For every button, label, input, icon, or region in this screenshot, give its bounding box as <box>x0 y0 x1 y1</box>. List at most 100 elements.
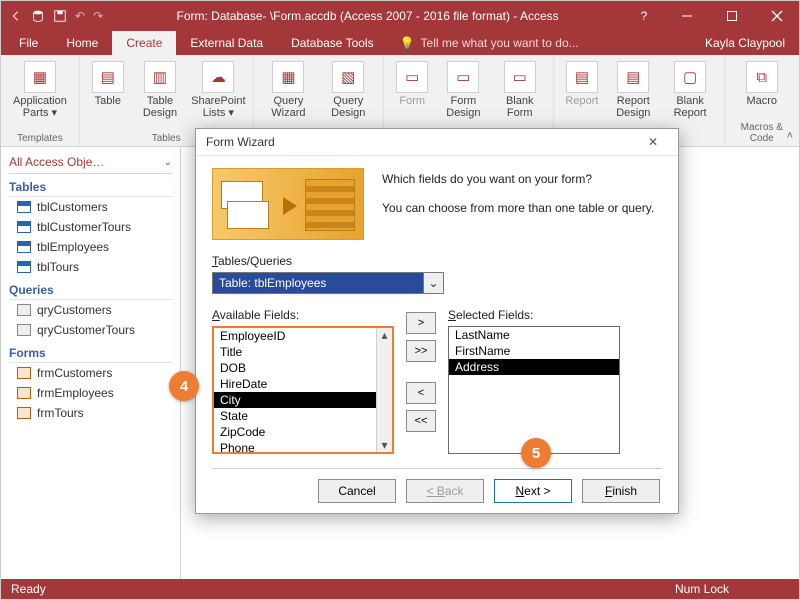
redo-icon[interactable]: ↷ <box>93 9 103 23</box>
table-icon <box>17 241 31 253</box>
cancel-button[interactable]: Cancel <box>318 479 396 503</box>
scrollbar[interactable]: ▴▾ <box>376 328 392 452</box>
form-icon <box>17 387 31 399</box>
query-design-label: Query Design <box>325 95 371 119</box>
query-design-button[interactable]: ▧Query Design <box>321 59 375 121</box>
blank-report-button[interactable]: ▢Blank Report <box>665 59 716 121</box>
nav-item-frmcustomers[interactable]: frmCustomers <box>9 363 172 383</box>
navigation-pane: All Access Obje… ⌄ Tables tblCustomers t… <box>1 147 181 579</box>
maximize-button[interactable] <box>709 1 754 31</box>
list-item[interactable]: ZipCode <box>214 424 392 440</box>
chevron-down-icon[interactable]: ⌄ <box>423 273 443 293</box>
next-button[interactable]: Next > <box>494 479 572 503</box>
qat: ↶ ↷ <box>1 9 111 23</box>
back-icon[interactable] <box>9 9 23 23</box>
finish-button[interactable]: Finish <box>582 479 660 503</box>
back-button[interactable]: < Back <box>406 479 484 503</box>
list-item[interactable]: Title <box>214 344 392 360</box>
scroll-down-icon[interactable]: ▾ <box>381 438 387 452</box>
nav-item-label: tblCustomers <box>37 200 108 214</box>
sharepoint-label: SharePoint Lists ▾ <box>191 95 245 119</box>
form-button[interactable]: ▭Form <box>392 59 432 109</box>
nav-item-tbltours[interactable]: tblTours <box>9 257 172 277</box>
list-item[interactable]: Address <box>449 359 619 375</box>
report-design-button[interactable]: ▤Report Design <box>608 59 659 121</box>
nav-section-forms[interactable]: Forms <box>9 346 172 363</box>
nav-item-frmemployees[interactable]: frmEmployees <box>9 383 172 403</box>
nav-section-tables[interactable]: Tables <box>9 180 172 197</box>
list-item[interactable]: LastName <box>449 327 619 343</box>
window-title: Form: Database- \Form.accdb (Access 2007… <box>111 9 624 23</box>
sharepoint-icon: ☁ <box>202 61 234 93</box>
macro-label: Macro <box>746 95 777 107</box>
blank-form-button[interactable]: ▭Blank Form <box>495 59 545 121</box>
report-button[interactable]: ▤Report <box>562 59 602 109</box>
tables-queries-combo[interactable]: Table: tblEmployees ⌄ <box>212 272 444 294</box>
nav-item-qrycustomertours[interactable]: qryCustomerTours <box>9 320 172 340</box>
nav-pane-title-text: All Access Obje… <box>9 155 104 169</box>
macro-button[interactable]: ⧉ Macro <box>742 59 782 109</box>
nav-section-queries[interactable]: Queries <box>9 283 172 300</box>
help-icon[interactable]: ? <box>624 9 664 23</box>
tab-file[interactable]: File <box>5 31 52 55</box>
form-icon <box>17 407 31 419</box>
list-item[interactable]: DOB <box>214 360 392 376</box>
list-item[interactable]: HireDate <box>214 376 392 392</box>
list-item[interactable]: City <box>214 392 392 408</box>
form-icon <box>17 367 31 379</box>
remove-all-fields-button[interactable]: << <box>406 410 436 432</box>
tab-external-data[interactable]: External Data <box>176 31 277 55</box>
form-design-button[interactable]: ▭Form Design <box>438 59 488 121</box>
tables-queries-value: Table: tblEmployees <box>213 273 423 293</box>
table-button[interactable]: ▤Table <box>88 59 128 109</box>
app-parts-label: Application Parts ▾ <box>13 95 67 119</box>
scroll-up-icon[interactable]: ▴ <box>381 328 387 342</box>
minimize-button[interactable] <box>664 1 709 31</box>
available-fields-list[interactable]: EmployeeIDTitleDOBHireDateCityStateZipCo… <box>212 326 394 454</box>
nav-item-qrycustomers[interactable]: qryCustomers <box>9 300 172 320</box>
selected-fields-list[interactable]: LastNameFirstNameAddress <box>448 326 620 454</box>
nav-item-label: frmTours <box>37 406 84 420</box>
undo-icon[interactable]: ↶ <box>75 9 85 23</box>
sharepoint-lists-button[interactable]: ☁SharePoint Lists ▾ <box>192 59 244 121</box>
remove-field-button[interactable]: < <box>406 382 436 404</box>
nav-item-tblcustomers[interactable]: tblCustomers <box>9 197 172 217</box>
tab-create[interactable]: Create <box>112 31 176 55</box>
add-field-button[interactable]: > <box>406 312 436 334</box>
list-item[interactable]: FirstName <box>449 343 619 359</box>
nav-item-label: frmCustomers <box>37 366 112 380</box>
form-label: Form <box>399 95 425 107</box>
list-item[interactable]: State <box>214 408 392 424</box>
table-design-label: Table Design <box>138 95 182 119</box>
close-button[interactable] <box>754 1 799 31</box>
table-icon: ▤ <box>92 61 124 93</box>
list-item[interactable]: Phone <box>214 440 392 454</box>
group-label-templates: Templates <box>17 131 63 144</box>
query-design-icon: ▧ <box>332 61 364 93</box>
lightbulb-icon: 💡 <box>400 36 415 50</box>
query-wizard-button[interactable]: ▦Query Wizard <box>262 59 316 121</box>
nav-pane-title[interactable]: All Access Obje… ⌄ <box>9 153 172 174</box>
application-parts-button[interactable]: ▦ Application Parts ▾ <box>9 59 71 121</box>
form-design-label: Form Design <box>442 95 484 119</box>
chevron-down-icon[interactable]: ⌄ <box>164 157 172 168</box>
account-name[interactable]: Kayla Claypool <box>691 31 799 55</box>
nav-item-label: tblCustomerTours <box>37 220 131 234</box>
macro-icon: ⧉ <box>746 61 778 93</box>
wizard-question-1: Which fields do you want on your form? <box>382 170 654 189</box>
tell-me[interactable]: 💡 Tell me what you want to do... <box>388 31 579 55</box>
nav-item-frmtours[interactable]: frmTours <box>9 403 172 423</box>
dialog-close-button[interactable]: ✕ <box>638 135 668 149</box>
tab-home[interactable]: Home <box>52 31 112 55</box>
nav-item-tblcustomertours[interactable]: tblCustomerTours <box>9 217 172 237</box>
list-item[interactable]: EmployeeID <box>214 328 392 344</box>
tab-database-tools[interactable]: Database Tools <box>277 31 388 55</box>
add-all-fields-button[interactable]: >> <box>406 340 436 362</box>
db-icon <box>31 9 45 23</box>
nav-item-tblemployees[interactable]: tblEmployees <box>9 237 172 257</box>
table-design-button[interactable]: ▥Table Design <box>134 59 186 121</box>
nav-item-label: qryCustomers <box>37 303 112 317</box>
collapse-ribbon-icon[interactable]: ˄ <box>787 130 793 142</box>
save-icon[interactable] <box>53 9 67 23</box>
selected-fields-label: Selected Fields: <box>448 308 620 322</box>
